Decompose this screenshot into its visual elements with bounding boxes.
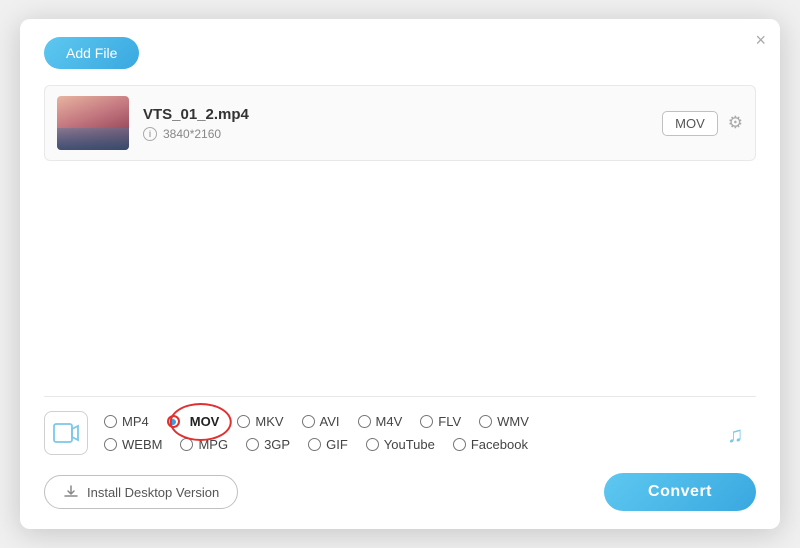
radio-gif[interactable] — [308, 438, 321, 451]
format-option-facebook[interactable]: Facebook — [453, 437, 546, 452]
format-option-mpg[interactable]: MPG — [180, 437, 246, 452]
format-option-youtube[interactable]: YouTube — [366, 437, 453, 452]
close-button[interactable]: × — [755, 31, 766, 49]
radio-avi[interactable] — [302, 415, 315, 428]
convert-button[interactable]: Convert — [604, 473, 756, 511]
radio-wmv[interactable] — [479, 415, 492, 428]
file-meta: i 3840*2160 — [143, 127, 662, 141]
radio-facebook[interactable] — [453, 438, 466, 451]
format-label-webm: WEBM — [122, 437, 162, 452]
format-option-webm[interactable]: WEBM — [104, 437, 180, 452]
format-option-wmv[interactable]: WMV — [479, 414, 547, 429]
header-row: Add File — [44, 37, 756, 69]
radio-mpg[interactable] — [180, 438, 193, 451]
format-options-container: MP4 MOV MKV AVI M4V — [104, 414, 710, 452]
format-option-mp4[interactable]: MP4 — [104, 414, 167, 429]
install-desktop-button[interactable]: Install Desktop Version — [44, 475, 238, 509]
format-label-gif: GIF — [326, 437, 348, 452]
file-resolution: 3840*2160 — [163, 127, 221, 141]
format-row-2: WEBM MPG 3GP GIF YouTube — [104, 437, 710, 452]
format-label-mpg: MPG — [198, 437, 228, 452]
install-label: Install Desktop Version — [87, 485, 219, 500]
format-label-wmv: WMV — [497, 414, 529, 429]
file-thumbnail — [57, 96, 129, 150]
svg-text:♫: ♫ — [727, 422, 744, 447]
thumb-overlay — [57, 128, 129, 150]
format-option-mkv[interactable]: MKV — [237, 414, 301, 429]
radio-m4v[interactable] — [358, 415, 371, 428]
file-actions: MOV ⚙ — [662, 111, 743, 136]
radio-mov-selected — [167, 415, 180, 428]
format-option-mov[interactable]: MOV — [167, 414, 238, 429]
format-label-mov: MOV — [190, 414, 220, 429]
radio-flv[interactable] — [420, 415, 433, 428]
radio-mkv[interactable] — [237, 415, 250, 428]
file-item: VTS_01_2.mp4 i 3840*2160 MOV ⚙ — [44, 85, 756, 161]
download-icon — [63, 484, 79, 500]
spacer — [44, 175, 756, 396]
format-option-avi[interactable]: AVI — [302, 414, 358, 429]
video-format-icon — [44, 411, 88, 455]
format-label-avi: AVI — [320, 414, 340, 429]
radio-mp4[interactable] — [104, 415, 117, 428]
audio-format-icon: ♫ — [720, 415, 756, 451]
format-label-3gp: 3GP — [264, 437, 290, 452]
format-row-1: MP4 MOV MKV AVI M4V — [104, 414, 710, 429]
format-option-m4v[interactable]: M4V — [358, 414, 421, 429]
main-dialog: × Add File VTS_01_2.mp4 i 3840*2160 MOV … — [20, 19, 780, 529]
format-option-3gp[interactable]: 3GP — [246, 437, 308, 452]
format-label-mkv: MKV — [255, 414, 283, 429]
file-info: VTS_01_2.mp4 i 3840*2160 — [143, 106, 662, 141]
file-name: VTS_01_2.mp4 — [143, 106, 662, 123]
info-icon: i — [143, 127, 157, 141]
format-bar: MP4 MOV MKV AVI M4V — [44, 396, 756, 455]
format-badge[interactable]: MOV — [662, 111, 718, 136]
radio-3gp[interactable] — [246, 438, 259, 451]
format-option-gif[interactable]: GIF — [308, 437, 366, 452]
format-label-youtube: YouTube — [384, 437, 435, 452]
footer-row: Install Desktop Version Convert — [44, 463, 756, 511]
format-label-facebook: Facebook — [471, 437, 528, 452]
format-label-m4v: M4V — [376, 414, 403, 429]
add-file-button[interactable]: Add File — [44, 37, 139, 69]
radio-webm[interactable] — [104, 438, 117, 451]
format-label-mp4: MP4 — [122, 414, 149, 429]
radio-youtube[interactable] — [366, 438, 379, 451]
format-option-flv[interactable]: FLV — [420, 414, 479, 429]
format-label-flv: FLV — [438, 414, 461, 429]
settings-button[interactable]: ⚙ — [728, 113, 743, 133]
